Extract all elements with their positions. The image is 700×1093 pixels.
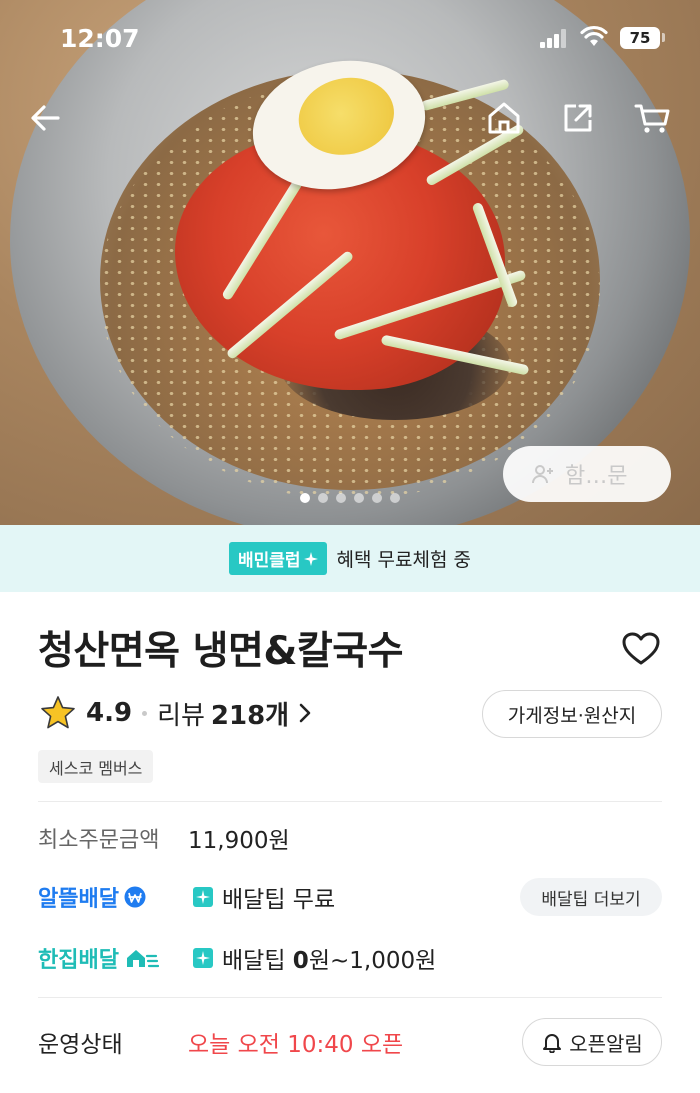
slide-dot[interactable] xyxy=(336,493,346,503)
slide-dot[interactable] xyxy=(318,493,328,503)
club-badge: 배민클럽 xyxy=(228,542,327,575)
slide-dot[interactable] xyxy=(300,493,310,503)
operation-label: 운영상태 xyxy=(38,1032,123,1058)
store-name: 청산면옥 냉면&칼국수 xyxy=(38,629,404,674)
hero-image[interactable]: 12:07 75 함…문 xyxy=(0,0,700,525)
open-alert-label: 오픈알림 xyxy=(569,1031,643,1056)
divider xyxy=(38,801,662,802)
operation-status-row: 운영상태 오늘 오전 10:40 오픈 xyxy=(38,1022,403,1062)
delivery-fee-value-bold: 0 xyxy=(292,948,309,974)
baemin-club-banner[interactable]: 배민클럽 혜택 무료체험 중 xyxy=(0,525,700,592)
signal-icon xyxy=(540,28,570,48)
wifi-icon xyxy=(580,25,608,46)
alddeul-brand: 알뜰배달 xyxy=(38,881,192,913)
slide-dot[interactable] xyxy=(354,493,364,503)
home-icon[interactable] xyxy=(482,96,526,140)
battery-icon: 75 xyxy=(620,27,660,49)
divider xyxy=(38,997,662,998)
slide-dot[interactable] xyxy=(390,493,400,503)
status-time: 12:07 xyxy=(60,24,140,53)
won-coin-icon xyxy=(124,886,146,908)
rating-value: 4.9 xyxy=(86,698,133,728)
min-order-row: 최소주문금액 11,900원 xyxy=(38,818,290,858)
sparkle-icon xyxy=(303,551,318,566)
delivery-fee-value: 무료 xyxy=(292,887,336,913)
alddeul-delivery-row: 알뜰배달 배달팁 무료 xyxy=(38,877,335,917)
slide-indicator xyxy=(0,493,700,503)
rating-review-link[interactable]: 4.9 리뷰 218개 xyxy=(40,690,315,736)
star-icon xyxy=(41,696,75,729)
share-icon[interactable] xyxy=(556,96,600,140)
min-order-label: 최소주문금액 xyxy=(38,828,160,853)
club-benefit-icon xyxy=(193,948,213,968)
open-alert-button[interactable]: 오픈알림 xyxy=(522,1018,662,1066)
review-label: 리뷰 xyxy=(157,700,205,731)
heart-icon[interactable] xyxy=(620,628,662,670)
club-banner-text: 혜택 무료체험 중 xyxy=(336,549,471,571)
chevron-right-icon xyxy=(299,703,311,723)
delivery-fee-more-button[interactable]: 배달팁 더보기 xyxy=(520,878,662,916)
hanjip-brand: 한집배달 xyxy=(38,942,192,974)
bell-icon xyxy=(543,1034,562,1053)
status-bar: 12:07 75 xyxy=(0,0,700,80)
delivery-fee-label: 배달팁 xyxy=(222,948,286,974)
club-benefit-icon xyxy=(193,887,213,907)
group-order-label: 함…문 xyxy=(565,464,628,489)
cart-icon[interactable] xyxy=(630,96,674,140)
min-order-value: 11,900원 xyxy=(188,828,290,854)
hanjip-delivery-row: 한집배달 배달팁 0원~1,000원 xyxy=(38,938,436,978)
back-arrow-icon[interactable] xyxy=(24,96,68,140)
fast-home-icon xyxy=(126,950,159,968)
add-person-icon xyxy=(532,465,553,484)
delivery-fee-label: 배달팁 xyxy=(222,887,286,913)
review-count: 218개 xyxy=(210,700,290,731)
slide-dot[interactable] xyxy=(372,493,382,503)
delivery-fee-value: 원~1,000원 xyxy=(308,948,437,974)
open-status-text: 오늘 오전 10:40 오픈 xyxy=(188,1032,404,1058)
store-tag: 세스코 멤버스 xyxy=(38,750,154,783)
store-info-button[interactable]: 가게정보·원산지 xyxy=(482,690,662,738)
